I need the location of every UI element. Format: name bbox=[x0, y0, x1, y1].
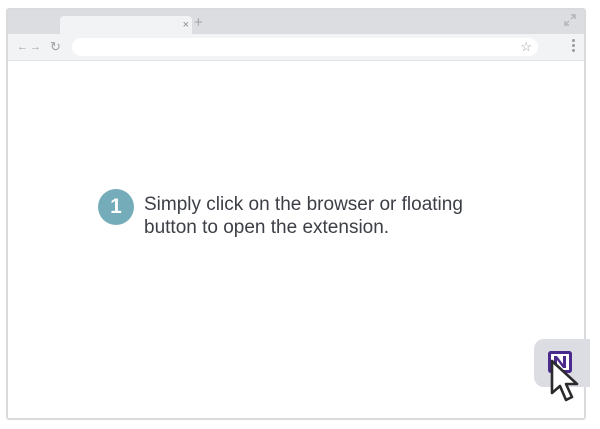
step-number-badge: 1 bbox=[98, 189, 134, 225]
page-content bbox=[8, 61, 584, 418]
forward-icon[interactable]: → bbox=[30, 39, 41, 55]
resize-icon[interactable] bbox=[564, 14, 576, 26]
tab-close-icon[interactable]: × bbox=[183, 17, 189, 33]
browser-toolbar: ← → ↻ ☆ bbox=[8, 34, 584, 61]
back-icon[interactable]: ← bbox=[17, 39, 28, 55]
browser-tab[interactable]: × bbox=[60, 16, 192, 34]
reload-icon[interactable]: ↻ bbox=[50, 39, 61, 55]
menu-icon[interactable] bbox=[572, 39, 576, 55]
new-tab-icon[interactable]: + bbox=[194, 14, 203, 32]
cursor-pointer-icon bbox=[550, 359, 579, 402]
tab-strip: × + bbox=[8, 10, 584, 34]
address-bar[interactable]: ☆ bbox=[72, 38, 538, 56]
bookmark-star-icon[interactable]: ☆ bbox=[520, 38, 532, 56]
step-instruction: Simply click on the browser or floating … bbox=[144, 194, 463, 238]
